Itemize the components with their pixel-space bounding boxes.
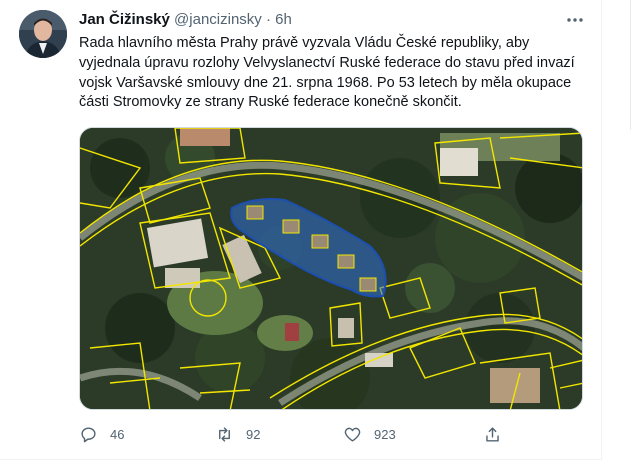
reply-button[interactable]: 46 <box>79 420 124 448</box>
tweet-actions: 46 92 923 <box>79 420 509 448</box>
right-sidebar-edge <box>602 0 634 471</box>
tweet-card[interactable]: Jan Čižinský @jancizinsky · 6h Rada hlav… <box>0 0 602 460</box>
more-icon <box>567 18 583 22</box>
tweet-text-line: vojsk Varšavské smlouvy dne 21. srpna 19… <box>79 74 572 91</box>
reply-count: 46 <box>110 426 125 442</box>
sidebar-divider <box>630 0 631 130</box>
separator-dot: · <box>265 11 271 28</box>
tweet-text-line: Rada hlavního města Prahy právě vyzvala … <box>79 35 530 51</box>
reply-icon <box>81 426 96 442</box>
author-name[interactable]: Jan Čižinský <box>79 11 170 28</box>
avatar[interactable] <box>19 10 67 58</box>
author-handle[interactable]: @jancizinsky <box>174 11 262 28</box>
tweet-text-line: části Stromovky ze strany Ruské federace… <box>79 94 462 111</box>
like-button[interactable]: 923 <box>343 420 396 448</box>
tweet-text-line: vyjednala úpravu rozlohy Velvyslanectví … <box>79 54 575 71</box>
like-icon <box>344 427 361 442</box>
like-count: 923 <box>374 426 396 442</box>
tweet-text: Rada hlavního města Prahy právě vyzvala … <box>79 34 579 113</box>
retweet-button[interactable]: 92 <box>215 420 260 448</box>
avatar-portrait <box>19 10 67 58</box>
aerial-map-image <box>80 128 582 409</box>
share-icon <box>486 426 499 442</box>
tweet-media-map[interactable] <box>79 127 583 410</box>
tweet-header: Jan Čižinský @jancizinsky · 6h <box>79 11 292 29</box>
retweet-count: 92 <box>246 426 261 442</box>
tweet-timestamp[interactable]: 6h <box>275 11 292 28</box>
share-button[interactable] <box>483 420 502 448</box>
retweet-icon <box>219 426 230 442</box>
more-options-button[interactable] <box>565 10 585 30</box>
